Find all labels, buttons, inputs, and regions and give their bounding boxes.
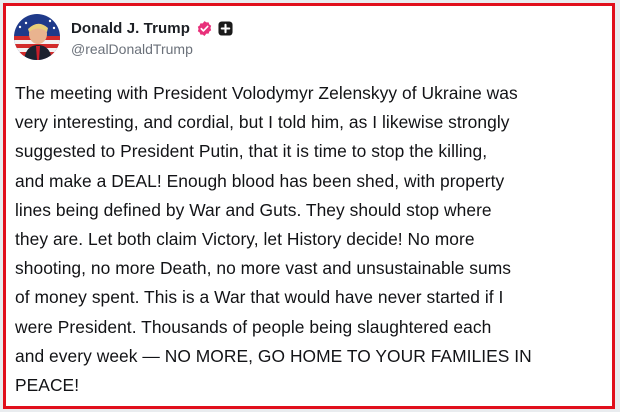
author-info: Donald J. Trump @realDonaldTrump [71,17,233,57]
author-display-name[interactable]: Donald J. Trump [71,20,190,37]
verified-badge-icon [196,20,213,37]
post-header: Donald J. Trump @realDonaldTrump [14,12,233,62]
highlight-frame: Donald J. Trump @realDonaldTrump The mee… [3,3,615,409]
flag-portrait-avatar-icon [14,14,60,60]
avatar[interactable] [14,14,60,60]
author-handle[interactable]: @realDonaldTrump [71,41,233,57]
name-row: Donald J. Trump [71,17,233,39]
plus-badge-icon [218,20,233,36]
post-body: The meeting with President Volodymyr Zel… [15,83,532,396]
